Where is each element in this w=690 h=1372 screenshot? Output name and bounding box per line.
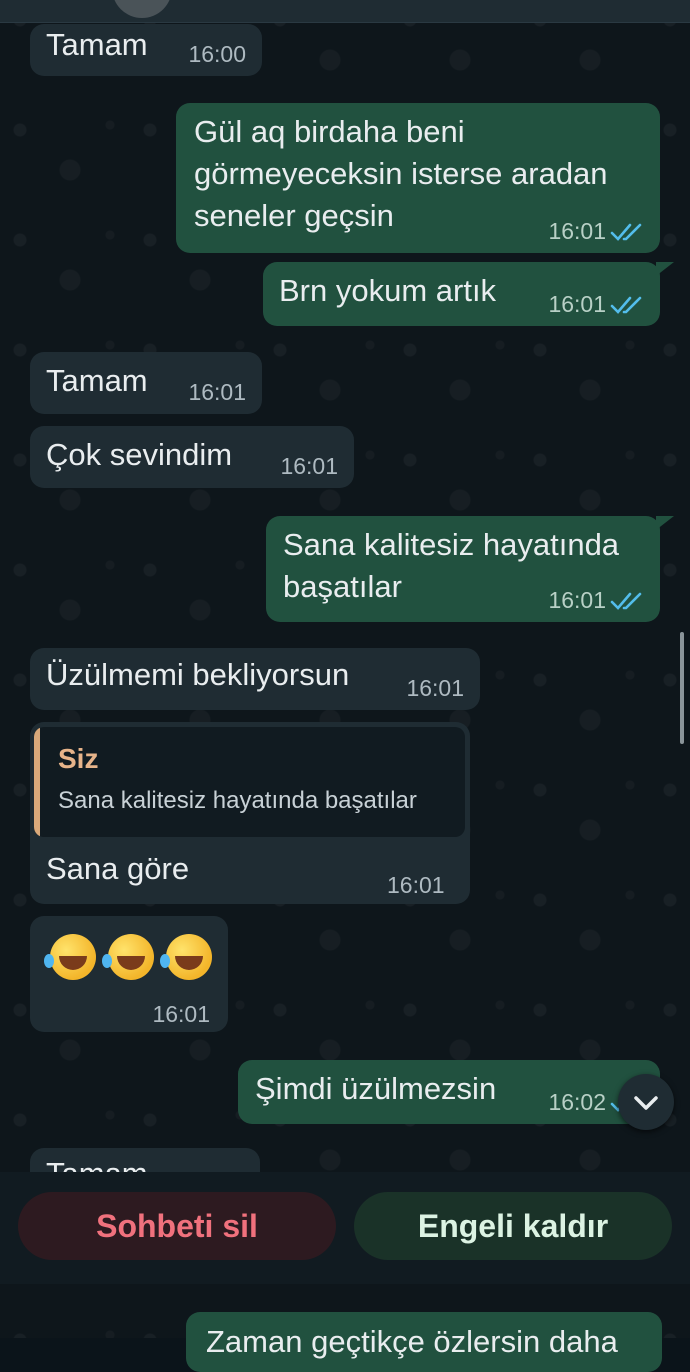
chat-header[interactable] xyxy=(0,0,690,23)
message-text: Şimdi üzülmezsin xyxy=(255,1071,497,1106)
message-time: 16:01 xyxy=(152,1001,210,1027)
quote-bar xyxy=(34,727,40,837)
message-time: 16:01 xyxy=(548,291,606,317)
message-text: Zaman geçtikçe özlersin daha xyxy=(206,1324,618,1359)
rolling-on-floor-laughing-icon xyxy=(44,934,96,980)
message-time: 16:01 xyxy=(387,872,445,898)
message-text: Tamam xyxy=(46,363,148,398)
double-check-icon xyxy=(610,592,642,610)
rolling-on-floor-laughing-icon xyxy=(102,934,154,980)
scroll-down-button[interactable] xyxy=(618,1074,674,1130)
message-text: Çok sevindim xyxy=(46,437,233,472)
message-outgoing[interactable]: Gül aq birdaha beni görmeyeceksin isters… xyxy=(176,103,660,253)
message-time: 16:01 xyxy=(280,453,338,479)
quote-author: Siz xyxy=(58,743,99,774)
message-time: 16:01 xyxy=(188,379,246,405)
contact-avatar[interactable] xyxy=(112,0,172,18)
double-check-icon xyxy=(610,296,642,314)
message-incoming[interactable]: Tamam 16:00 xyxy=(30,24,262,76)
scroll-indicator[interactable] xyxy=(680,632,684,744)
unblock-button[interactable]: Engeli kaldır xyxy=(354,1192,672,1260)
quoted-message[interactable]: Siz Sana kalitesiz hayatında başatılar xyxy=(34,727,465,837)
message-incoming[interactable]: Tamam 16:01 xyxy=(30,352,262,414)
message-time: 16:00 xyxy=(188,41,246,67)
message-outgoing[interactable]: Brn yokum artık 16:01 xyxy=(263,262,660,326)
message-incoming[interactable]: Tamam xyxy=(30,1148,260,1172)
message-text: Brn yokum artık xyxy=(279,273,497,308)
message-time: 16:01 xyxy=(548,587,606,613)
delete-chat-button[interactable]: Sohbeti sil xyxy=(18,1192,336,1260)
message-time: 16:02 xyxy=(548,1089,606,1115)
rolling-on-floor-laughing-icon xyxy=(160,934,212,980)
message-text: Gül aq birdaha beni görmeyeceksin isters… xyxy=(194,114,608,233)
message-outgoing[interactable]: Zaman geçtikçe özlersin daha xyxy=(186,1312,662,1372)
message-incoming[interactable]: Üzülmemi bekliyorsun 16:01 xyxy=(30,648,480,710)
message-text: Tamam xyxy=(46,27,148,62)
message-incoming[interactable]: Çok sevindim 16:01 xyxy=(30,426,354,488)
quote-text: Sana kalitesiz hayatında başatılar xyxy=(58,787,417,814)
message-text: Tamam xyxy=(46,1156,148,1172)
message-incoming-emoji[interactable]: 16:01 xyxy=(30,916,228,1032)
message-time: 16:01 xyxy=(406,675,464,701)
chevron-down-icon xyxy=(634,1096,658,1110)
message-text: Sana göre xyxy=(46,851,190,886)
double-check-icon xyxy=(610,223,642,241)
message-outgoing[interactable]: Şimdi üzülmezsin 16:02 xyxy=(238,1060,660,1124)
message-text: Üzülmemi bekliyorsun xyxy=(46,657,350,692)
message-time: 16:01 xyxy=(548,218,606,244)
message-outgoing[interactable]: Sana kalitesiz hayatında başatılar 16:01 xyxy=(266,516,660,622)
